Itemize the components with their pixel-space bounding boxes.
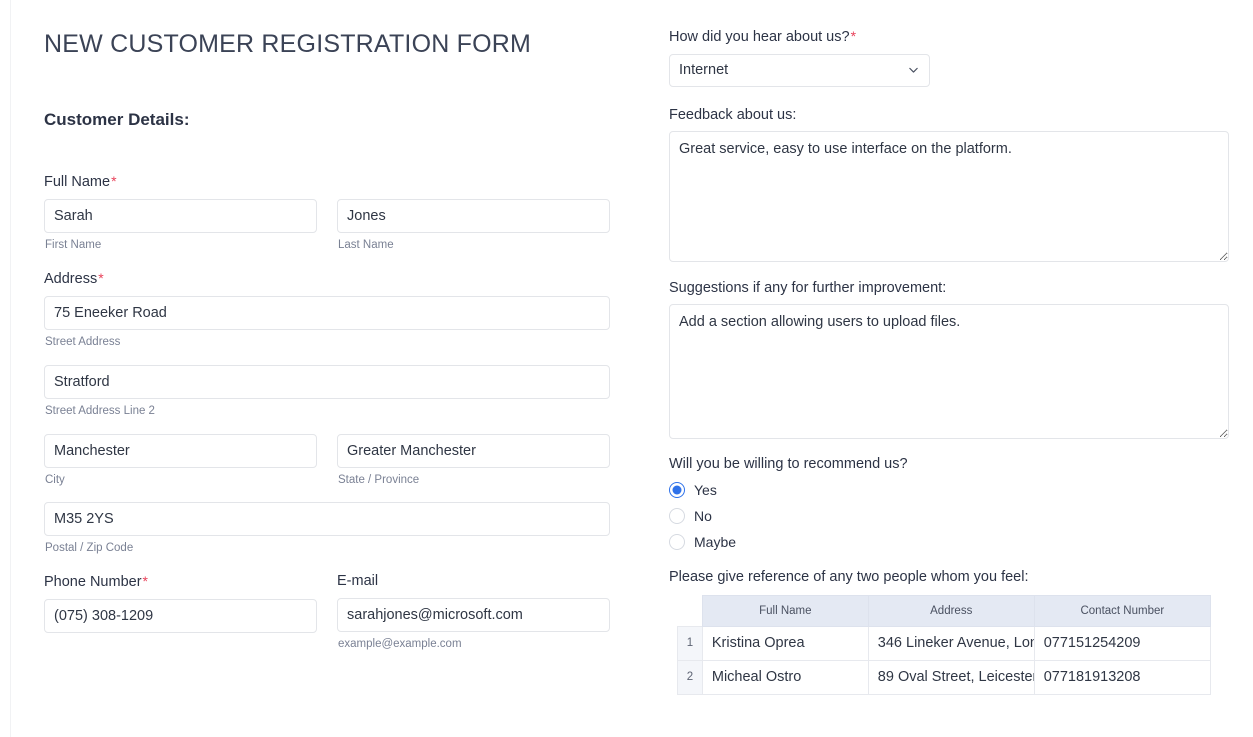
- field-group-recommend: Will you be willing to recommend us? Yes…: [669, 456, 1229, 550]
- field-group-hear-about-us: How did you hear about us?* Internet: [669, 27, 1229, 87]
- postal-code-input[interactable]: [44, 502, 610, 537]
- last-name-cell: Last Name: [337, 198, 610, 253]
- reference-name-cell[interactable]: Micheal Ostro: [701, 659, 869, 695]
- label-phone-number: Phone Number*: [44, 572, 317, 592]
- label-full-name: Full Name*: [44, 172, 634, 192]
- street-address-line2-sublabel: Street Address Line 2: [45, 404, 155, 417]
- table-header-address: Address: [867, 594, 1035, 627]
- hear-about-us-select[interactable]: Internet: [669, 53, 930, 87]
- label-references: Please give reference of any two people …: [669, 568, 1029, 585]
- table-header-full-name: Full Name: [701, 594, 869, 627]
- field-group-references: Please give reference of any two people …: [669, 569, 1229, 695]
- label-full-name-text: Full Name: [44, 174, 111, 190]
- label-email: E-mail: [337, 573, 379, 590]
- label-address-text: Address: [44, 270, 98, 287]
- email-sublabel: example@example.com: [338, 638, 462, 651]
- radio-yes-icon[interactable]: [669, 481, 685, 498]
- phone-number-input[interactable]: [44, 599, 317, 634]
- postal-code-sublabel: Postal / Zip Code: [45, 542, 134, 555]
- radio-option-yes[interactable]: Yes: [669, 481, 1229, 498]
- suggestions-textarea[interactable]: Add a section allowing users to upload f…: [669, 303, 1229, 439]
- postal-code-cell: Postal / Zip Code: [44, 502, 610, 556]
- survey-column: How did you hear about us?* Internet Fee…: [669, 0, 1229, 695]
- state-province-cell: State / Province: [337, 433, 610, 488]
- table-row: 2 Micheal Ostro 89 Oval Street, Leiceste…: [677, 659, 1212, 695]
- label-phone-number-text: Phone Number: [44, 574, 142, 591]
- field-group-suggestions: Suggestions if any for further improveme…: [669, 280, 1229, 439]
- email-cell: E-mail example@example.com: [337, 572, 610, 652]
- label-address: Address*: [44, 269, 634, 289]
- radio-yes-label: Yes: [694, 481, 717, 498]
- label-feedback: Feedback about us:: [669, 106, 797, 123]
- city-input[interactable]: [44, 433, 317, 468]
- row-index: 1: [677, 625, 703, 661]
- container-left-rule: [10, 0, 11, 737]
- radio-maybe-icon[interactable]: [669, 533, 685, 550]
- reference-address-cell[interactable]: 346 Lineker Avenue, London: [867, 625, 1035, 661]
- table-row: 1 Kristina Oprea 346 Lineker Avenue, Lon…: [677, 625, 1212, 661]
- street-address-line2-input[interactable]: [44, 364, 610, 399]
- street-address-sublabel: Street Address: [45, 335, 121, 348]
- reference-name-cell[interactable]: Kristina Oprea: [701, 625, 869, 661]
- reference-contact-cell[interactable]: 077181913208: [1033, 659, 1212, 695]
- city-cell: City: [44, 433, 317, 488]
- phone-number-cell: Phone Number*: [44, 572, 317, 652]
- required-indicator: *: [850, 28, 857, 44]
- street-address-cell: Street Address: [44, 295, 610, 350]
- radio-maybe-label: Maybe: [694, 533, 737, 550]
- label-hear-about-us-text: How did you hear about us?: [669, 29, 850, 45]
- last-name-input[interactable]: [337, 198, 610, 233]
- radio-option-maybe[interactable]: Maybe: [669, 533, 1229, 550]
- field-group-address: Address* Street Address Street Address L…: [44, 269, 634, 557]
- email-input[interactable]: [337, 598, 610, 633]
- first-name-input[interactable]: [44, 198, 317, 233]
- field-group-feedback: Feedback about us: Great service, easy t…: [669, 107, 1229, 262]
- first-name-sublabel: First Name: [45, 238, 102, 251]
- field-group-full-name: Full Name* First Name Last Name: [44, 172, 634, 253]
- radio-no-icon[interactable]: [669, 507, 685, 524]
- first-name-cell: First Name: [44, 198, 317, 253]
- state-province-sublabel: State / Province: [338, 473, 420, 486]
- radio-option-no[interactable]: No: [669, 507, 1229, 524]
- reference-address-cell[interactable]: 89 Oval Street, Leicester: [867, 659, 1035, 695]
- street-address-input[interactable]: [44, 295, 610, 330]
- customer-details-column: NEW CUSTOMER REGISTRATION FORM Customer …: [44, 0, 634, 652]
- city-sublabel: City: [45, 473, 65, 486]
- table-header-row: Full Name Address Contact Number: [677, 594, 1212, 627]
- label-hear-about-us: How did you hear about us?*: [669, 27, 1229, 47]
- table-header-contact-number: Contact Number: [1033, 594, 1212, 627]
- reference-contact-cell[interactable]: 077151254209: [1033, 625, 1212, 661]
- state-province-input[interactable]: [337, 433, 610, 468]
- street-address-line2-cell: Street Address Line 2: [44, 364, 610, 419]
- row-index: 2: [677, 659, 703, 695]
- radio-no-label: No: [694, 507, 712, 524]
- last-name-sublabel: Last Name: [338, 238, 394, 251]
- label-recommend: Will you be willing to recommend us?: [669, 455, 908, 472]
- required-indicator: *: [98, 269, 104, 286]
- feedback-textarea[interactable]: Great service, easy to use interface on …: [669, 130, 1229, 262]
- section-heading-customer-details: Customer Details:: [44, 110, 190, 129]
- page-title: NEW CUSTOMER REGISTRATION FORM: [44, 30, 532, 58]
- label-suggestions: Suggestions if any for further improveme…: [669, 279, 947, 296]
- required-indicator: *: [142, 573, 148, 590]
- table-index-header: [677, 595, 703, 627]
- registration-form-page: NEW CUSTOMER REGISTRATION FORM Customer …: [0, 0, 1253, 737]
- required-indicator: *: [111, 173, 117, 189]
- field-group-contact: Phone Number* E-mail example@example.com: [44, 572, 634, 652]
- references-table: Full Name Address Contact Number 1 Krist…: [677, 594, 1212, 695]
